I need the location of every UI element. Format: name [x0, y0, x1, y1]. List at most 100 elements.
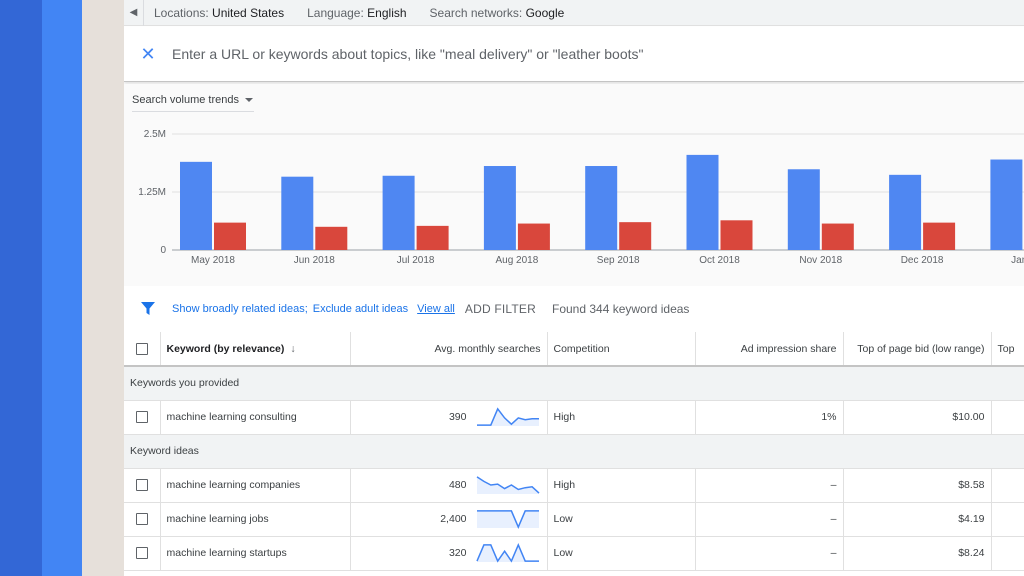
row-checkbox[interactable] — [135, 479, 148, 492]
language-setting[interactable]: Language: English — [307, 6, 406, 20]
trend-sparkline — [476, 510, 539, 530]
competition-cell: High — [546, 400, 695, 435]
chart-bar-red[interactable] — [720, 220, 753, 250]
filter-icon[interactable] — [124, 302, 172, 316]
chart-bar-blue[interactable] — [281, 176, 314, 250]
trend-sparkline — [476, 407, 539, 426]
collapse-left-icon[interactable]: ◀ — [124, 0, 144, 26]
section-label: Keyword ideas — [124, 434, 1024, 469]
x-tick-label: May 2018 — [191, 255, 235, 266]
language-label: Language: — [307, 5, 364, 20]
avg-searches-cell: 2,400 — [349, 502, 547, 537]
network-value: Google — [525, 5, 565, 20]
chart-bar-blue[interactable] — [483, 166, 516, 250]
location-setting[interactable]: Locations: United States — [154, 6, 284, 20]
ad-share-column-header[interactable]: Ad impression share — [694, 332, 843, 367]
section-header-ideas: Keyword ideas — [124, 434, 1024, 469]
chart-bar-blue[interactable] — [787, 169, 820, 250]
avg-searches-column-header[interactable]: Avg. monthly searches — [349, 332, 547, 367]
ad-share-cell: – — [694, 536, 843, 571]
location-value: United States — [212, 5, 285, 20]
keyword-column-header[interactable]: Keyword (by relevance) ↓ — [159, 332, 350, 367]
y-tick-label: 1.25M — [138, 187, 166, 198]
select-all-checkbox[interactable] — [135, 342, 148, 355]
dropdown-caret-icon — [245, 98, 253, 103]
add-filter-button[interactable]: ADD FILTER — [465, 302, 536, 316]
view-all-link[interactable]: View all — [417, 303, 455, 315]
network-setting[interactable]: Search networks: Google — [430, 6, 565, 20]
bid-high-cell — [990, 400, 1024, 435]
row-checkbox[interactable] — [135, 547, 148, 560]
bid-high-cell — [990, 502, 1024, 537]
table-row[interactable]: machine learning consulting 390 High 1% … — [124, 400, 1024, 435]
avg-searches-cell: 320 — [349, 536, 547, 571]
ad-share-cell: – — [694, 502, 843, 537]
row-checkbox[interactable] — [135, 513, 148, 526]
sparkline-area — [476, 476, 539, 494]
show-related-ideas-link[interactable]: Show broadly related ideas; — [172, 303, 308, 315]
exclude-adult-ideas-link[interactable]: Exclude adult ideas — [313, 303, 408, 315]
row-checkbox-cell — [124, 502, 160, 537]
competition-column-header[interactable]: Competition — [546, 332, 695, 367]
ad-share-cell: 1% — [694, 400, 843, 435]
x-tick-label: Jul 2018 — [397, 255, 435, 266]
sort-down-icon[interactable]: ↓ — [290, 343, 295, 355]
bid-high-cell — [990, 468, 1024, 503]
avg-searches-value: 480 — [448, 479, 467, 491]
chart-bar-blue[interactable] — [889, 174, 922, 250]
chart-type-dropdown-label: Search volume trends — [132, 94, 239, 106]
competition-cell: Low — [546, 536, 695, 571]
avg-searches-value: 2,400 — [440, 513, 467, 525]
chart-bar-blue[interactable] — [585, 166, 618, 250]
x-tick-label: Dec 2018 — [901, 255, 944, 266]
sparkline-area — [476, 408, 539, 426]
keyword-search-bar: ✕ — [124, 27, 1024, 82]
chart-bar-red[interactable] — [315, 226, 348, 250]
search-volume-chart-section: Search volume trends 0 1.25M 2.5M May 2018… — [124, 84, 1024, 286]
x-tick-label: Oct 2018 — [699, 255, 740, 266]
chart-bar-blue[interactable] — [180, 161, 212, 250]
keyword-ideas-table: Keyword (by relevance) ↓ Avg. monthly sea… — [124, 332, 1024, 571]
chart-bar-red[interactable] — [821, 223, 854, 250]
competition-cell: Low — [546, 502, 695, 537]
chart-bar-red[interactable] — [619, 222, 652, 250]
bid-low-cell: $8.58 — [842, 468, 991, 503]
x-tick-label: Sep 2018 — [597, 255, 640, 266]
chart-bar-red[interactable] — [214, 222, 246, 250]
keyword-cell: machine learning startups — [159, 536, 350, 571]
chart-bar-blue[interactable] — [382, 175, 415, 250]
background-stripe-blue — [42, 0, 82, 576]
chart-bar-red[interactable] — [923, 222, 956, 250]
bid-high-cell — [990, 536, 1024, 571]
keyword-header-label: Keyword (by relevance) — [166, 342, 285, 355]
table-row[interactable]: machine learning companies 480 High – $8… — [124, 468, 1024, 503]
bid-high-column-header[interactable]: Top — [990, 332, 1024, 367]
sparkline-area — [476, 544, 539, 562]
trend-sparkline — [476, 476, 540, 494]
avg-searches-value: 390 — [448, 411, 467, 423]
chart-bar-blue[interactable] — [686, 154, 719, 250]
language-value: English — [367, 5, 407, 20]
ad-share-cell: – — [694, 468, 843, 503]
x-tick-label: Aug 2018 — [495, 255, 538, 266]
search-volume-bar-chart: 0 1.25M 2.5M May 2018 Jun 2018 Jul 2018 Aug 2… — [138, 129, 1024, 266]
keyword-planner-panel: ◀ Locations: United States Language: Eng… — [124, 0, 1024, 576]
table-row[interactable]: machine learning jobs 2,400 Low – $4.19 — [124, 502, 1024, 537]
table-row[interactable]: machine learning startups 320 Low – $8.2… — [124, 536, 1024, 571]
chart-type-dropdown[interactable]: Search volume trends — [132, 94, 254, 112]
x-tick-label: Jan 2 — [1011, 255, 1024, 266]
chart-bar-blue[interactable] — [990, 159, 1023, 250]
background-stripe-beige — [82, 0, 124, 576]
row-checkbox-cell — [124, 400, 160, 435]
avg-searches-value: 320 — [448, 547, 467, 559]
bid-low-cell: $8.24 — [842, 536, 991, 571]
chart-bar-red[interactable] — [517, 223, 550, 250]
bid-low-column-header[interactable]: Top of page bid (low range) — [842, 332, 991, 367]
keyword-search-input[interactable] — [172, 46, 952, 62]
section-label: Keywords you provided — [124, 366, 1024, 401]
chart-bar-red[interactable] — [416, 225, 449, 250]
row-checkbox[interactable] — [135, 411, 148, 424]
keyword-cell: machine learning jobs — [159, 502, 350, 537]
y-tick-label: 0 — [160, 245, 166, 256]
close-icon[interactable]: ✕ — [124, 44, 172, 65]
